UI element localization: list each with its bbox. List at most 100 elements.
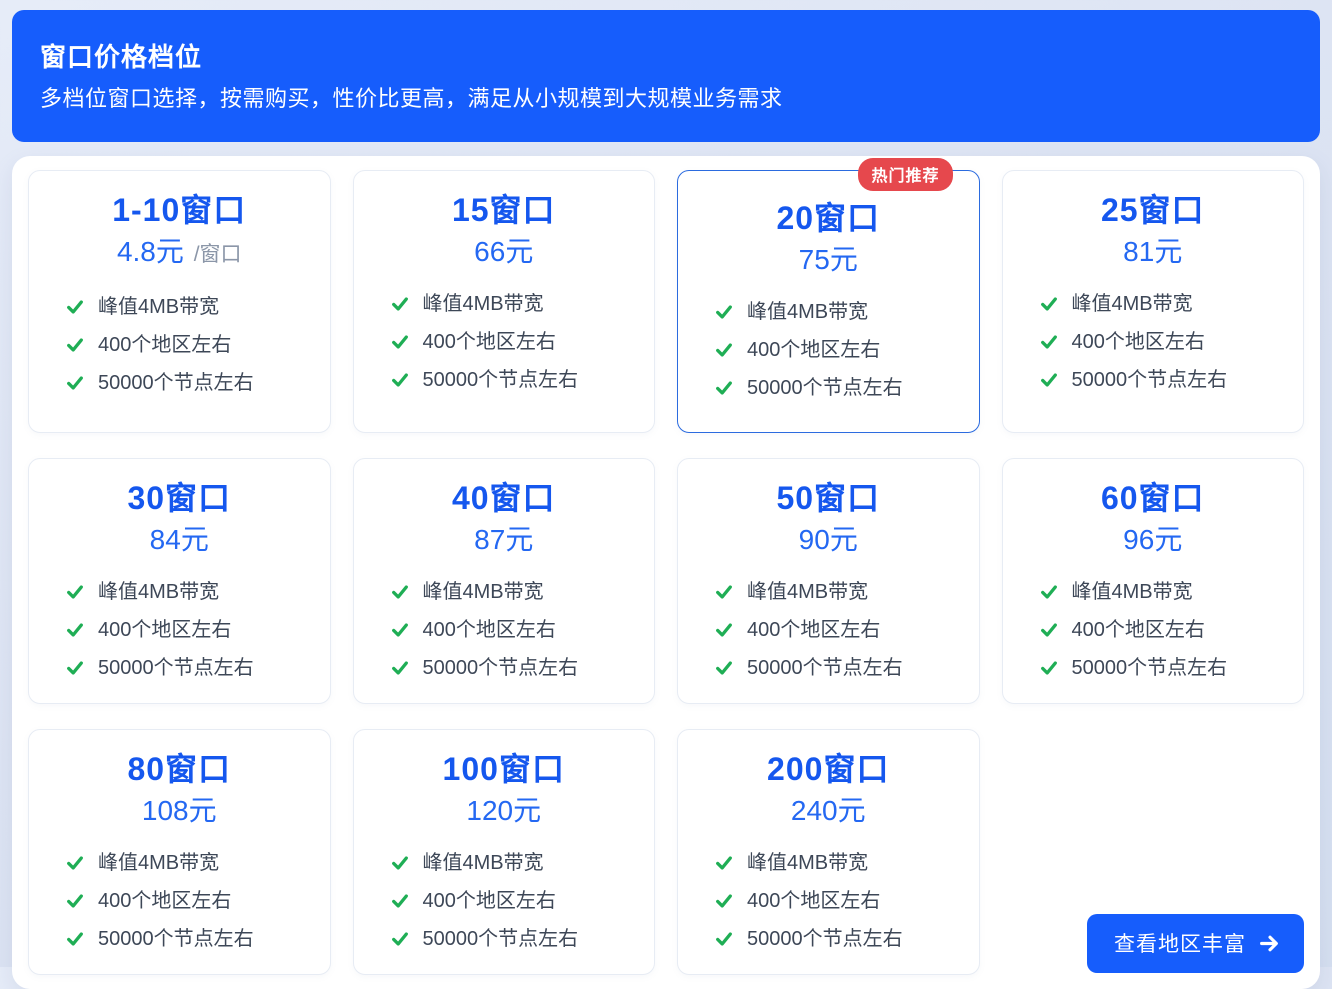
- plan-card[interactable]: 200窗口 240元 峰值4MB带宽 400个地区左右 50000个节点左右: [677, 729, 980, 975]
- plan-card[interactable]: 50窗口 90元 峰值4MB带宽 400个地区左右 50000个节点左右: [677, 458, 980, 704]
- feature-text: 峰值4MB带宽: [747, 852, 868, 874]
- hot-badge: 热门推荐: [858, 158, 952, 191]
- banner-subtitle: 多档位窗口选择，按需购买，性价比更高，满足从小规模到大规模业务需求: [40, 86, 1290, 112]
- plan-features: 峰值4MB带宽 400个地区左右 50000个节点左右: [1023, 293, 1284, 391]
- plan-price-value: 120元: [466, 795, 541, 826]
- check-icon: [66, 583, 84, 601]
- plan-price-value: 75元: [799, 244, 858, 275]
- plan-card[interactable]: 100窗口 120元 峰值4MB带宽 400个地区左右 50000个节点左右: [353, 729, 656, 975]
- plan-card[interactable]: 40窗口 87元 峰值4MB带宽 400个地区左右 50000个节点左右: [353, 458, 656, 704]
- plan-name: 1-10窗口: [49, 192, 310, 228]
- plan-card[interactable]: 25窗口 81元 峰值4MB带宽 400个地区左右 50000个节点左右: [1002, 170, 1305, 433]
- feature-text: 400个地区左右: [98, 334, 231, 356]
- check-icon: [66, 621, 84, 639]
- check-icon: [66, 298, 84, 316]
- plan-feature: 400个地区左右: [715, 890, 959, 912]
- plan-features: 峰值4MB带宽 400个地区左右 50000个节点左右: [698, 301, 959, 399]
- feature-text: 50000个节点左右: [1072, 657, 1228, 679]
- plan-feature: 400个地区左右: [66, 334, 310, 356]
- check-icon: [66, 336, 84, 354]
- plan-card[interactable]: 1-10窗口 4.8元 /窗口 峰值4MB带宽 400个地区左右 50000个节…: [28, 170, 331, 433]
- feature-text: 峰值4MB带宽: [423, 852, 544, 874]
- feature-text: 50000个节点左右: [747, 377, 903, 399]
- view-regions-button[interactable]: 查看地区丰富: [1087, 914, 1304, 973]
- feature-text: 50000个节点左右: [423, 369, 579, 391]
- feature-text: 50000个节点左右: [747, 928, 903, 950]
- pricing-panel: 1-10窗口 4.8元 /窗口 峰值4MB带宽 400个地区左右 50000个节…: [12, 156, 1320, 989]
- plan-price: 96元: [1023, 524, 1284, 556]
- plan-feature: 50000个节点左右: [1040, 657, 1284, 679]
- plan-name: 40窗口: [374, 480, 635, 516]
- feature-text: 400个地区左右: [747, 890, 880, 912]
- feature-text: 50000个节点左右: [98, 657, 254, 679]
- check-icon: [391, 892, 409, 910]
- plan-feature: 50000个节点左右: [391, 369, 635, 391]
- banner-title: 窗口价格档位: [40, 43, 1290, 73]
- feature-text: 400个地区左右: [423, 331, 556, 353]
- plan-name: 50窗口: [698, 480, 959, 516]
- plan-card[interactable]: 80窗口 108元 峰值4MB带宽 400个地区左右 50000个节点左右: [28, 729, 331, 975]
- feature-text: 峰值4MB带宽: [747, 581, 868, 603]
- feature-text: 峰值4MB带宽: [98, 581, 219, 603]
- check-icon: [715, 303, 733, 321]
- check-icon: [715, 659, 733, 677]
- plan-price: 90元: [698, 524, 959, 556]
- plan-price-suffix: /窗口: [188, 243, 242, 266]
- plan-feature: 400个地区左右: [391, 890, 635, 912]
- check-icon: [391, 295, 409, 313]
- check-icon: [715, 583, 733, 601]
- feature-text: 峰值4MB带宽: [98, 296, 219, 318]
- plan-features: 峰值4MB带宽 400个地区左右 50000个节点左右: [1023, 581, 1284, 679]
- feature-text: 400个地区左右: [1072, 619, 1205, 641]
- plan-feature: 400个地区左右: [715, 619, 959, 641]
- plan-price-value: 84元: [150, 524, 209, 555]
- plan-name: 25窗口: [1023, 192, 1284, 228]
- plan-price: 87元: [374, 524, 635, 556]
- plan-feature: 50000个节点左右: [66, 928, 310, 950]
- plan-name: 60窗口: [1023, 480, 1284, 516]
- plan-feature: 50000个节点左右: [715, 657, 959, 679]
- arrow-right-icon: [1259, 933, 1280, 954]
- check-icon: [1040, 659, 1058, 677]
- feature-text: 峰值4MB带宽: [98, 852, 219, 874]
- plan-price-value: 87元: [474, 524, 533, 555]
- check-icon: [1040, 371, 1058, 389]
- plan-feature: 峰值4MB带宽: [66, 852, 310, 874]
- plan-price: 108元: [49, 795, 310, 827]
- plan-feature: 峰值4MB带宽: [715, 301, 959, 323]
- plan-feature: 50000个节点左右: [66, 657, 310, 679]
- feature-text: 400个地区左右: [423, 890, 556, 912]
- plan-feature: 50000个节点左右: [391, 928, 635, 950]
- plan-price-value: 4.8元: [117, 236, 184, 267]
- plan-feature: 50000个节点左右: [1040, 369, 1284, 391]
- plan-feature: 50000个节点左右: [391, 657, 635, 679]
- plan-feature: 峰值4MB带宽: [1040, 581, 1284, 603]
- plan-feature: 50000个节点左右: [715, 928, 959, 950]
- plan-name: 100窗口: [374, 751, 635, 787]
- plan-feature: 峰值4MB带宽: [715, 581, 959, 603]
- check-icon: [1040, 295, 1058, 313]
- check-icon: [1040, 333, 1058, 351]
- check-icon: [715, 892, 733, 910]
- plan-features: 峰值4MB带宽 400个地区左右 50000个节点左右: [374, 581, 635, 679]
- feature-text: 峰值4MB带宽: [1072, 581, 1193, 603]
- plan-price-value: 96元: [1123, 524, 1182, 555]
- feature-text: 50000个节点左右: [98, 372, 254, 394]
- plan-features: 峰值4MB带宽 400个地区左右 50000个节点左右: [698, 852, 959, 950]
- plan-card[interactable]: 30窗口 84元 峰值4MB带宽 400个地区左右 50000个节点左右: [28, 458, 331, 704]
- plan-card[interactable]: 15窗口 66元 峰值4MB带宽 400个地区左右 50000个节点左右: [353, 170, 656, 433]
- check-icon: [66, 374, 84, 392]
- plan-name: 20窗口: [698, 200, 959, 236]
- plan-card[interactable]: 热门推荐 20窗口 75元 峰值4MB带宽 400个地区左右 50000个节: [677, 170, 980, 433]
- plan-name: 80窗口: [49, 751, 310, 787]
- plan-features: 峰值4MB带宽 400个地区左右 50000个节点左右: [698, 581, 959, 679]
- plan-feature: 峰值4MB带宽: [66, 581, 310, 603]
- check-icon: [66, 930, 84, 948]
- plan-feature: 峰值4MB带宽: [391, 581, 635, 603]
- feature-text: 峰值4MB带宽: [423, 293, 544, 315]
- plan-features: 峰值4MB带宽 400个地区左右 50000个节点左右: [374, 852, 635, 950]
- feature-text: 400个地区左右: [1072, 331, 1205, 353]
- plan-price-value: 240元: [791, 795, 866, 826]
- feature-text: 50000个节点左右: [1072, 369, 1228, 391]
- plan-card[interactable]: 60窗口 96元 峰值4MB带宽 400个地区左右 50000个节点左右: [1002, 458, 1305, 704]
